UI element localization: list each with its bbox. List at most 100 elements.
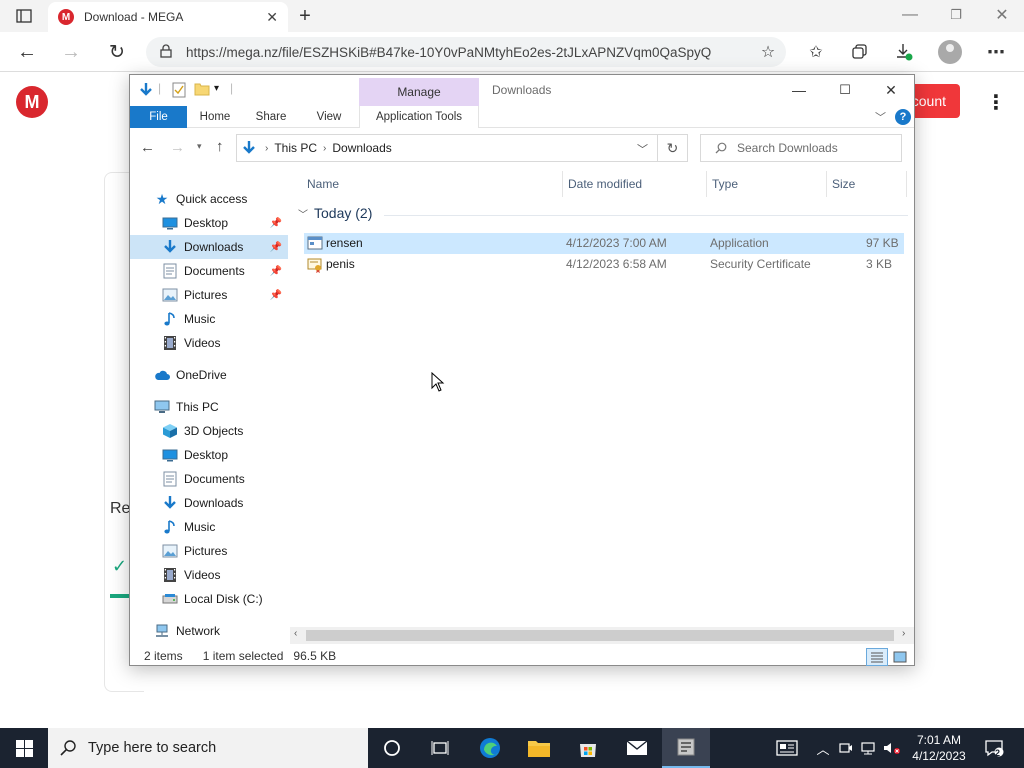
nav-network[interactable]: Network <box>130 619 288 643</box>
edge-icon[interactable] <box>466 728 514 768</box>
explorer-maximize-button[interactable]: ☐ <box>822 79 868 101</box>
notifications-icon[interactable]: 2 <box>980 728 1008 768</box>
sidebar-item-pictures[interactable]: Pictures 📌 <box>130 283 288 307</box>
column-divider[interactable] <box>562 171 563 197</box>
collapse-chevron-icon[interactable]: ﹀ <box>298 206 308 221</box>
store-icon[interactable] <box>564 728 612 768</box>
tab-close-button[interactable]: ✕ <box>266 9 278 26</box>
start-button[interactable] <box>0 728 48 768</box>
details-view-icon[interactable] <box>866 648 888 666</box>
favorites-icon[interactable]: ✩ <box>804 40 828 64</box>
pin-icon[interactable]: 📌 <box>270 242 282 253</box>
recent-locations-icon[interactable]: ▾ <box>197 141 202 152</box>
taskbar-search-box[interactable]: Type here to search <box>48 728 368 768</box>
browser-close-button[interactable]: ✕ <box>988 4 1016 26</box>
scrollbar-thumb[interactable] <box>306 630 894 641</box>
sidebar-item-videos[interactable]: Videos <box>130 331 288 355</box>
sidebar-item-pc-pictures[interactable]: Pictures <box>130 539 288 563</box>
meet-now-icon[interactable] <box>836 728 856 768</box>
restore-button[interactable]: ❐ <box>942 4 970 26</box>
explorer-titlebar[interactable]: | ▾ | Manage Downloads — ☐ ✕ <box>130 75 914 106</box>
horizontal-scrollbar[interactable]: ‹ › <box>290 627 914 644</box>
breadcrumb-downloads[interactable]: Downloads <box>332 141 391 155</box>
column-divider[interactable] <box>906 171 907 197</box>
minimize-button[interactable]: — <box>896 4 924 26</box>
ribbon-tab-share[interactable]: Share <box>243 106 299 128</box>
file-explorer-icon[interactable] <box>515 728 563 768</box>
profile-icon[interactable] <box>938 40 962 64</box>
ribbon-tab-view[interactable]: View <box>299 106 359 128</box>
large-icons-view-icon[interactable] <box>892 649 908 665</box>
address-dropdown-icon[interactable]: ﹀ <box>637 141 648 157</box>
app-icon[interactable] <box>662 728 710 768</box>
tab-actions-icon[interactable] <box>14 7 34 25</box>
file-row[interactable]: penis 4/12/2023 6:58 AM Security Certifica… <box>304 254 904 275</box>
column-divider[interactable] <box>706 171 707 197</box>
sidebar-item-downloads[interactable]: Downloads 📌 <box>130 235 288 259</box>
sidebar-item-pc-downloads[interactable]: Downloads <box>130 491 288 515</box>
help-icon[interactable]: ? <box>895 109 911 125</box>
column-header-type[interactable]: Type <box>712 177 738 191</box>
scroll-left-icon[interactable]: ‹ <box>294 628 297 639</box>
sidebar-item-desktop[interactable]: Desktop 📌 <box>130 211 288 235</box>
show-hidden-icons-icon[interactable]: ︿ <box>814 728 832 768</box>
pin-icon[interactable]: 📌 <box>270 290 282 301</box>
explorer-address-bar[interactable]: › This PC › Downloads ﹀ <box>236 134 658 162</box>
ribbon-expand-icon[interactable]: ﹀ <box>875 109 886 125</box>
pin-icon[interactable]: 📌 <box>270 218 282 229</box>
nav-onedrive[interactable]: OneDrive <box>130 363 288 387</box>
nav-forward-icon[interactable]: → <box>170 139 185 156</box>
column-header-size[interactable]: Size <box>832 177 855 191</box>
taskbar-clock[interactable]: 7:01 AM 4/12/2023 <box>908 732 970 764</box>
column-divider[interactable] <box>826 171 827 197</box>
column-header-date[interactable]: Date modified <box>568 177 642 191</box>
scroll-right-icon[interactable]: › <box>902 628 905 639</box>
collections-icon[interactable] <box>848 40 872 64</box>
explorer-refresh-icon[interactable]: ↻ <box>658 134 688 162</box>
refresh-icon[interactable]: ↻ <box>104 40 130 64</box>
nav-up-icon[interactable]: ↑ <box>216 138 224 155</box>
sidebar-item-pc-documents[interactable]: Documents <box>130 467 288 491</box>
sidebar-item-pc-desktop[interactable]: Desktop <box>130 443 288 467</box>
manage-context-tab[interactable]: Manage <box>359 78 479 106</box>
favorite-add-icon[interactable]: ☆ <box>756 40 780 64</box>
nav-back-icon[interactable]: ← <box>140 139 155 156</box>
explorer-close-button[interactable]: ✕ <box>868 79 914 101</box>
nav-quick-access[interactable]: ★ Quick access <box>130 187 288 211</box>
sidebar-item-pc-videos[interactable]: Videos <box>130 563 288 587</box>
nav-this-pc[interactable]: This PC <box>130 395 288 419</box>
news-widget-icon[interactable] <box>772 728 802 768</box>
back-icon[interactable]: ← <box>14 40 40 64</box>
breadcrumb-this-pc[interactable]: This PC <box>274 141 317 155</box>
sidebar-item-pc-music[interactable]: Music <box>130 515 288 539</box>
new-folder-icon[interactable] <box>194 82 210 99</box>
qat-dropdown-icon[interactable]: ▾ <box>214 83 219 94</box>
mega-menu-icon[interactable]: ⋮ <box>986 90 1006 115</box>
browser-tab[interactable]: M Download - MEGA ✕ <box>48 2 288 32</box>
lock-icon[interactable] <box>160 44 172 61</box>
volume-muted-icon[interactable] <box>880 728 904 768</box>
column-header-name[interactable]: Name <box>307 177 339 191</box>
new-tab-button[interactable]: + <box>292 4 318 28</box>
cortana-icon[interactable] <box>368 728 416 768</box>
more-icon[interactable]: ⋯ <box>984 40 1008 64</box>
sidebar-item-pc-local-disk-c-[interactable]: Local Disk (C:) <box>130 587 288 611</box>
sidebar-item-pc-3d-objects[interactable]: 3D Objects <box>130 419 288 443</box>
sidebar-item-documents[interactable]: Documents 📌 <box>130 259 288 283</box>
explorer-minimize-button[interactable]: — <box>776 79 822 101</box>
ribbon-tab-application-tools[interactable]: Application Tools <box>359 106 479 128</box>
group-header-today[interactable]: ﹀ Today (2) <box>298 205 372 221</box>
sidebar-item-music[interactable]: Music <box>130 307 288 331</box>
ribbon-tab-home[interactable]: Home <box>187 106 243 128</box>
mega-logo[interactable]: M <box>16 86 48 118</box>
pin-icon[interactable]: 📌 <box>270 266 282 277</box>
properties-icon[interactable] <box>172 82 186 101</box>
network-status-icon[interactable] <box>858 728 878 768</box>
task-view-icon[interactable] <box>416 728 464 768</box>
forward-icon[interactable]: → <box>58 40 84 64</box>
ribbon-tab-file[interactable]: File <box>130 106 187 128</box>
mail-icon[interactable] <box>613 728 661 768</box>
explorer-search-input[interactable]: Search Downloads <box>700 134 902 162</box>
file-row[interactable]: rensen 4/12/2023 7:00 AM Application 97 KB <box>304 233 904 254</box>
address-bar[interactable]: https://mega.nz/file/ESZHSKiB#B47ke-10Y0… <box>146 37 786 67</box>
